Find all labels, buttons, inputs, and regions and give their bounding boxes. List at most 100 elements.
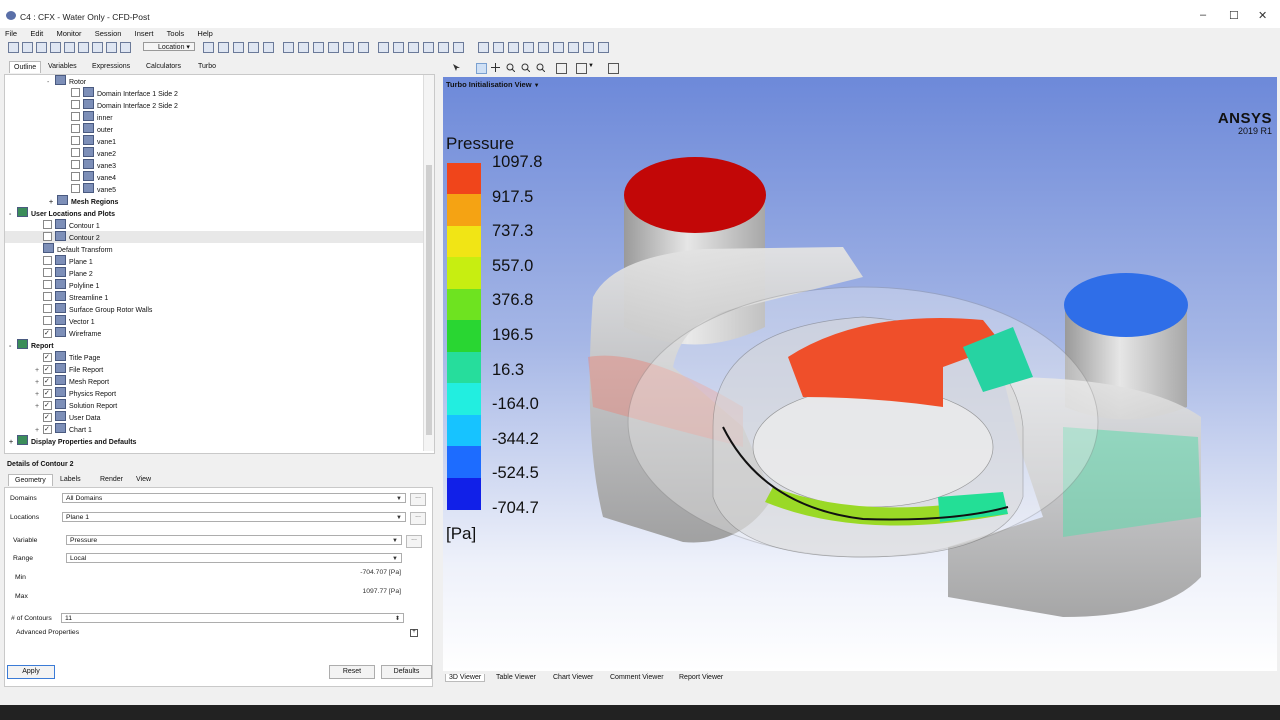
- print-icon[interactable]: [78, 42, 89, 53]
- menu-tools[interactable]: Tools: [167, 29, 185, 38]
- redo-icon[interactable]: [120, 42, 131, 53]
- visibility-checkbox[interactable]: [43, 292, 52, 301]
- probe-icon[interactable]: [523, 42, 534, 53]
- visibility-checkbox[interactable]: [71, 100, 80, 109]
- instance-transform-icon[interactable]: [328, 42, 339, 53]
- tab-report-viewer[interactable]: Report Viewer: [679, 674, 723, 681]
- animation-icon[interactable]: [493, 42, 504, 53]
- tree-node[interactable]: Wireframe: [5, 327, 423, 339]
- visibility-checkbox[interactable]: [71, 172, 80, 181]
- tree-node[interactable]: inner: [5, 111, 423, 123]
- figure-icon[interactable]: [453, 42, 464, 53]
- reset-button[interactable]: Reset: [329, 665, 375, 679]
- tree-scrollbar[interactable]: [423, 75, 434, 451]
- visibility-checkbox[interactable]: [71, 148, 80, 157]
- function-calculator-icon[interactable]: [538, 42, 549, 53]
- menu-edit[interactable]: Edit: [30, 29, 43, 38]
- zoom-icon[interactable]: [506, 63, 516, 73]
- menu-file[interactable]: File: [5, 29, 17, 38]
- tree-node[interactable]: Contour 1: [5, 219, 423, 231]
- tab-chart-viewer[interactable]: Chart Viewer: [553, 674, 593, 681]
- tab-labels[interactable]: Labels: [54, 474, 87, 485]
- visibility-checkbox[interactable]: [43, 268, 52, 277]
- visibility-checkbox[interactable]: [71, 124, 80, 133]
- tab-geometry[interactable]: Geometry: [8, 474, 53, 486]
- contours-stepper[interactable]: 11 ⬍: [61, 613, 404, 623]
- visibility-checkbox[interactable]: [43, 425, 52, 434]
- tree-node[interactable]: + Mesh Regions: [5, 195, 423, 207]
- quick-editor-icon[interactable]: [508, 42, 519, 53]
- viewport-layout-icon[interactable]: [576, 63, 587, 74]
- tab-outline[interactable]: Outline: [9, 61, 42, 73]
- visibility-checkbox[interactable]: [43, 401, 52, 410]
- 3d-viewer[interactable]: Turbo Initialisation View ▼ ANSYS 2019 R…: [443, 77, 1277, 671]
- tree-node[interactable]: vane4: [5, 171, 423, 183]
- variable-icon[interactable]: [378, 42, 389, 53]
- tree-node[interactable]: Plane 1: [5, 255, 423, 267]
- variable-browse-button[interactable]: ...: [406, 535, 422, 548]
- visibility-checkbox[interactable]: [43, 389, 52, 398]
- range-select[interactable]: Local ▼: [66, 553, 402, 563]
- menu-session[interactable]: Session: [95, 29, 122, 38]
- tab-expressions[interactable]: Expressions: [92, 63, 130, 70]
- visibility-checkbox[interactable]: [71, 112, 80, 121]
- tab-render[interactable]: Render: [94, 474, 129, 485]
- undo-icon[interactable]: [106, 42, 117, 53]
- visibility-checkbox[interactable]: [43, 377, 52, 386]
- coordinate-frame-icon[interactable]: [298, 42, 309, 53]
- tab-comment-viewer[interactable]: Comment Viewer: [610, 674, 664, 681]
- apply-button[interactable]: Apply: [7, 665, 55, 679]
- tree-node[interactable]: Streamline 1: [5, 291, 423, 303]
- visibility-checkbox[interactable]: [43, 329, 52, 338]
- domains-browse-button[interactable]: ...: [410, 493, 426, 506]
- pan-icon[interactable]: [491, 63, 500, 72]
- expand-icon[interactable]: +: [410, 629, 418, 637]
- visibility-checkbox[interactable]: [71, 160, 80, 169]
- location-dropdown[interactable]: Location ▾: [143, 42, 195, 51]
- toggle-projection-icon[interactable]: [556, 63, 567, 74]
- visibility-checkbox[interactable]: [43, 280, 52, 289]
- tab-table-viewer[interactable]: Table Viewer: [496, 674, 536, 681]
- visibility-checkbox[interactable]: [43, 304, 52, 313]
- command-editor-icon[interactable]: [598, 42, 609, 53]
- tree-node[interactable]: outer: [5, 123, 423, 135]
- visibility-checkbox[interactable]: [43, 232, 52, 241]
- tree-node[interactable]: vane5: [5, 183, 423, 195]
- expression-icon[interactable]: [393, 42, 404, 53]
- tab-turbo[interactable]: Turbo: [198, 63, 216, 70]
- menu-monitor[interactable]: Monitor: [57, 29, 82, 38]
- visibility-checkbox[interactable]: [43, 316, 52, 325]
- volume-rendering-icon[interactable]: [263, 42, 274, 53]
- macro-calculator-icon[interactable]: [553, 42, 564, 53]
- mesh-calculator-icon[interactable]: [568, 42, 579, 53]
- tab-view[interactable]: View: [130, 474, 157, 485]
- tree-node[interactable]: +Mesh Report: [5, 375, 423, 387]
- chart-icon[interactable]: [423, 42, 434, 53]
- tree-node[interactable]: - Rotor: [5, 75, 423, 87]
- visibility-checkbox[interactable]: [71, 88, 80, 97]
- menu-help[interactable]: Help: [197, 29, 212, 38]
- clip-plane-icon[interactable]: [343, 42, 354, 53]
- tree-node[interactable]: +Physics Report: [5, 387, 423, 399]
- particle-track-icon[interactable]: [248, 42, 259, 53]
- comment-icon[interactable]: [438, 42, 449, 53]
- open-file-icon[interactable]: [22, 42, 33, 53]
- new-file-icon[interactable]: [8, 42, 19, 53]
- visibility-checkbox[interactable]: [43, 413, 52, 422]
- minimize-icon[interactable]: –: [1200, 9, 1206, 21]
- fit-view-icon[interactable]: [536, 63, 546, 73]
- vector-icon[interactable]: [203, 42, 214, 53]
- expand-icon[interactable]: +: [9, 437, 17, 449]
- visibility-checkbox[interactable]: [43, 256, 52, 265]
- legend-icon[interactable]: [313, 42, 324, 53]
- tree-node[interactable]: Domain Interface 1 Side 2: [5, 87, 423, 99]
- tree-node[interactable]: - Report: [5, 339, 423, 351]
- tree-node[interactable]: +File Report: [5, 363, 423, 375]
- visibility-checkbox[interactable]: [71, 184, 80, 193]
- tree-scrollbar-thumb[interactable]: [426, 165, 432, 435]
- tree-node[interactable]: Title Page: [5, 351, 423, 363]
- case-comparison-icon[interactable]: [583, 42, 594, 53]
- tree-node[interactable]: Contour 2: [5, 231, 423, 243]
- contour-icon[interactable]: [218, 42, 229, 53]
- save-icon[interactable]: [50, 42, 61, 53]
